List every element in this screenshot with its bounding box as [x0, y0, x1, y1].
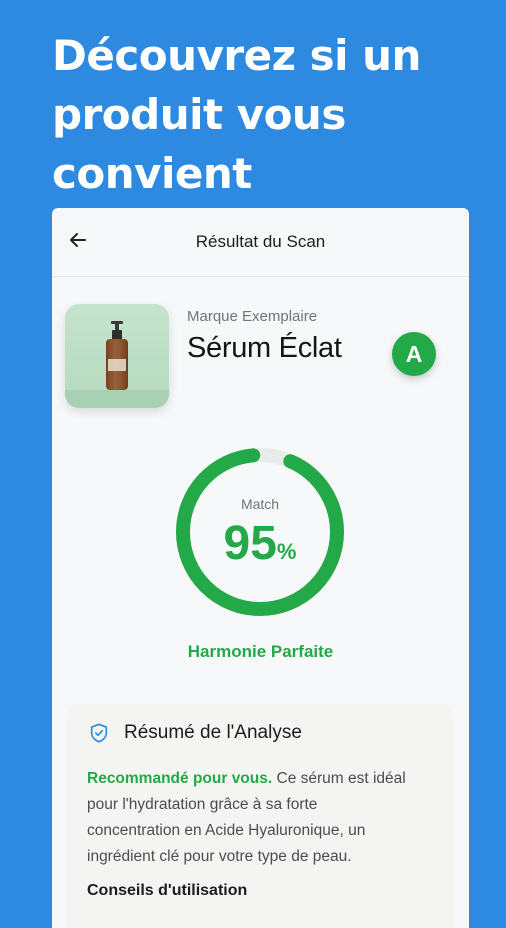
card-header: Résumé de l'Analyse: [88, 722, 302, 744]
product-brand: Marque Exemplaire: [187, 308, 318, 325]
product-image: [65, 304, 169, 408]
page-title: Résultat du Scan: [195, 232, 326, 251]
usage-tips-heading: Conseils d'utilisation: [87, 882, 248, 899]
arrow-left-icon: [70, 233, 86, 247]
headline-line-3: convient: [52, 149, 252, 198]
analysis-summary-card: Résumé de l'Analyse Recommandé pour vous…: [66, 704, 454, 928]
match-value: 95%: [172, 516, 348, 571]
grade-badge: A: [392, 332, 436, 376]
match-verdict: Harmonie Parfaite: [187, 642, 334, 661]
card-title: Résumé de l'Analyse: [124, 722, 302, 743]
recommendation-highlight: Recommandé pour vous.: [87, 770, 273, 787]
summary-text: Recommandé pour vous. Ce sérum est idéal…: [87, 766, 407, 870]
shield-check-icon: [90, 723, 108, 743]
match-percent: 95: [223, 517, 277, 570]
match-unit: %: [276, 539, 297, 564]
headline: Découvrez si un produit vous convient: [52, 26, 492, 203]
phone-screen: Résultat du Scan Marque Exemplaire Sérum…: [52, 208, 469, 928]
app-bar: Résultat du Scan: [52, 208, 469, 277]
match-label: Match: [240, 496, 280, 512]
headline-line-1: Découvrez si un: [52, 31, 421, 80]
back-button[interactable]: [66, 228, 90, 252]
headline-line-2: produit vous: [52, 90, 346, 139]
product-name: Sérum Éclat: [187, 332, 342, 364]
